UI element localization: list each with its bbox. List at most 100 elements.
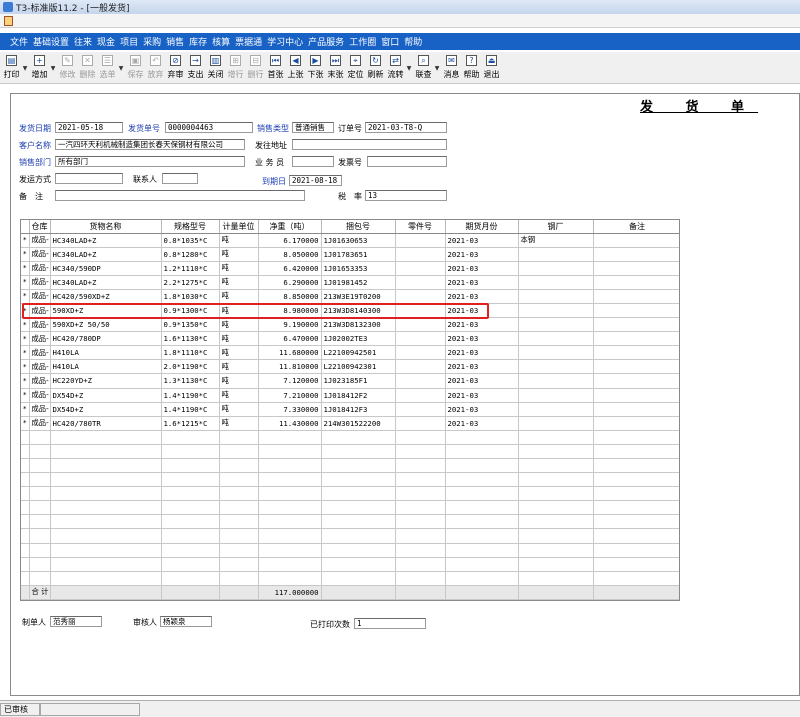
cell-month[interactable] (445, 430, 519, 445)
cell-spec[interactable]: 1.4*1190*C (161, 388, 220, 403)
toolbar-button-9[interactable]: ▥ 关闭 (206, 53, 225, 83)
cell-note[interactable] (593, 247, 679, 262)
cell-unit[interactable]: 吨 (219, 261, 259, 276)
ship-date-field[interactable]: 2021-05-18 (55, 122, 123, 133)
cell-month[interactable]: 2021-03 (445, 388, 519, 403)
cell-mill[interactable] (518, 444, 594, 460)
cell-warehouse[interactable]: 成品- (29, 345, 51, 361)
cell-name[interactable]: H410LA (50, 359, 162, 375)
column-header-5[interactable]: 捆包号 (321, 220, 396, 234)
cell-warehouse[interactable] (29, 557, 51, 572)
cell-month[interactable]: 2021-03 (445, 247, 519, 262)
cell-mill[interactable] (518, 373, 594, 389)
cell-name[interactable]: HC340LAD+Z (50, 233, 162, 248)
toolbar-button-7[interactable]: ⊘ 弃审 (166, 53, 185, 83)
table-row[interactable]: * 成品- 590XD+Z 0.9*1300*C 吨 8.980000 213W3D8140… (21, 303, 679, 319)
cell-unit[interactable]: 吨 (219, 317, 259, 333)
cell-warehouse[interactable]: 成品- (29, 261, 51, 276)
cell-note[interactable] (593, 233, 679, 248)
cell-warehouse[interactable] (29, 458, 51, 474)
cell-weight[interactable]: 7.330000 (258, 402, 322, 417)
cell-part[interactable] (395, 543, 446, 558)
tax-rate-field[interactable]: 13 (365, 190, 447, 201)
cell-bundle[interactable] (321, 458, 396, 474)
toolbar-button-4[interactable]: ☰ 选单 (98, 53, 117, 83)
table-row[interactable]: * 成品- H410LA 1.8*1110*C 吨 11.680000 L221009425… (21, 345, 679, 361)
cell-weight[interactable] (258, 430, 322, 445)
cell-month[interactable]: 2021-03 (445, 233, 519, 248)
cell-month[interactable] (445, 571, 519, 586)
column-header-8[interactable]: 钢厂 (518, 220, 594, 234)
cell-weight[interactable]: 11.680000 (258, 345, 322, 361)
cell-spec[interactable]: 0.9*1300*C (161, 303, 220, 319)
cell-month[interactable]: 2021-03 (445, 275, 519, 290)
cell-part[interactable] (395, 430, 446, 445)
menu-item-3[interactable]: 现金 (97, 35, 115, 48)
column-header-4[interactable]: 净重（吨） (258, 220, 322, 234)
cell-weight[interactable] (258, 500, 322, 516)
cell-weight[interactable]: 11.430000 (258, 416, 322, 431)
cell-part[interactable] (395, 247, 446, 262)
cell-unit[interactable]: 吨 (219, 289, 259, 304)
cell-note[interactable] (593, 416, 679, 431)
cell-name[interactable]: DX54D+Z (50, 388, 162, 403)
cell-spec[interactable] (161, 472, 220, 488)
cell-spec[interactable]: 2.0*1190*C (161, 359, 220, 375)
cell-weight[interactable] (258, 444, 322, 460)
cell-part[interactable] (395, 331, 446, 347)
cell-note[interactable] (593, 303, 679, 319)
cell-part[interactable] (395, 289, 446, 304)
menu-item-12[interactable]: 工作圈 (349, 35, 376, 48)
cell-spec[interactable]: 0.9*1350*C (161, 317, 220, 333)
cell-mill[interactable] (518, 402, 594, 417)
cell-note[interactable] (593, 289, 679, 304)
cell-bundle[interactable]: L22100942301 (321, 359, 396, 375)
cell-month[interactable]: 2021-03 (445, 345, 519, 361)
cell-warehouse[interactable] (29, 543, 51, 558)
cell-bundle[interactable]: 1J01981452 (321, 275, 396, 290)
cell-part[interactable] (395, 317, 446, 333)
toolbar-button-3[interactable]: ✕ 删除 (78, 53, 97, 83)
cell-bundle[interactable]: 1J01630653 (321, 233, 396, 248)
cell-name[interactable] (50, 528, 162, 544)
menu-item-14[interactable]: 帮助 (404, 35, 422, 48)
toolbar-button-15[interactable]: ⏭ 末张 (326, 53, 345, 83)
table-row[interactable]: * 成品- HC340LAD+Z 0.8*1280*C 吨 8.050000 1J01783… (21, 247, 679, 262)
toolbar-button-1[interactable]: + 增加 (30, 53, 49, 83)
toolbar-button-5[interactable]: ▣ 保存 (126, 53, 145, 83)
cell-bundle[interactable]: 1J018412F3 (321, 402, 396, 417)
cell-weight[interactable]: 7.120000 (258, 373, 322, 389)
cell-spec[interactable] (161, 486, 220, 502)
cell-month[interactable] (445, 444, 519, 460)
cell-name[interactable]: DX54D+Z (50, 402, 162, 417)
cell-weight[interactable]: 6.470000 (258, 331, 322, 347)
cell-weight[interactable] (258, 571, 322, 586)
cell-note[interactable] (593, 486, 679, 502)
cell-unit[interactable]: 吨 (219, 359, 259, 375)
cell-spec[interactable]: 0.8*1280*C (161, 247, 220, 262)
cell-month[interactable] (445, 514, 519, 530)
cell-unit[interactable] (219, 571, 259, 586)
cell-warehouse[interactable]: 成品- (29, 359, 51, 375)
sales-type-field[interactable]: 普通销售 (292, 122, 334, 133)
cell-name[interactable]: HC420/780TR (50, 416, 162, 431)
column-header-6[interactable]: 零件号 (395, 220, 446, 234)
cell-mill[interactable] (518, 528, 594, 544)
cell-weight[interactable]: 7.210000 (258, 388, 322, 403)
cell-name[interactable] (50, 557, 162, 572)
cell-warehouse[interactable] (29, 500, 51, 516)
cell-weight[interactable] (258, 472, 322, 488)
cell-warehouse[interactable] (29, 528, 51, 544)
cell-weight[interactable]: 11.810000 (258, 359, 322, 375)
cell-note[interactable] (593, 402, 679, 417)
cell-spec[interactable] (161, 528, 220, 544)
cell-note[interactable] (593, 388, 679, 403)
toolbar-button-20[interactable]: ✉ 消息 (442, 53, 461, 83)
cell-part[interactable] (395, 275, 446, 290)
cell-part[interactable] (395, 514, 446, 530)
dropdown-arrow-icon[interactable]: ▼ (50, 53, 56, 83)
cell-warehouse[interactable]: 成品- (29, 402, 51, 417)
cell-weight[interactable] (258, 514, 322, 530)
column-header-2[interactable]: 规格型号 (161, 220, 220, 234)
table-row[interactable] (21, 444, 679, 460)
